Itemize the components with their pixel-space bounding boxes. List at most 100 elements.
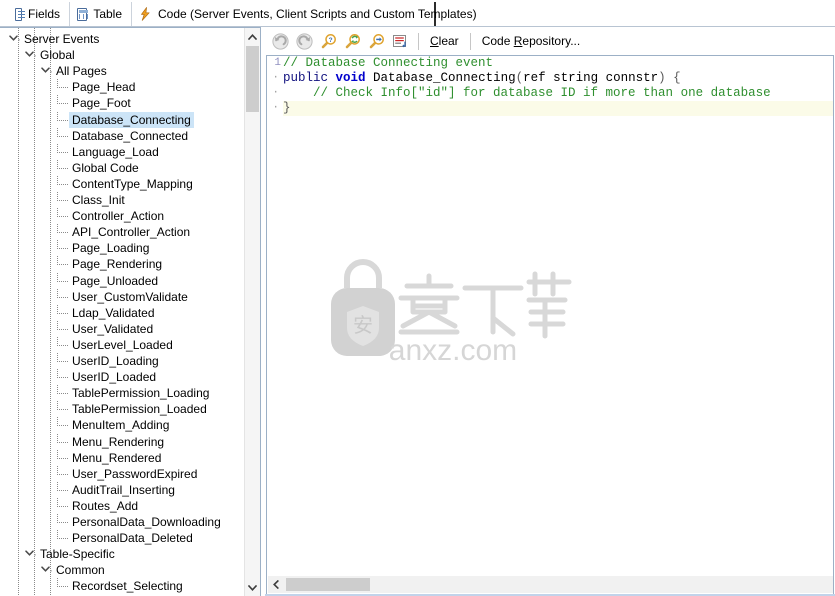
tree-item-global[interactable]: · Global: [0, 47, 245, 63]
tree-item-page-unloaded[interactable]: Page_Unloaded: [0, 272, 245, 289]
tree-leaf-stub: [57, 175, 58, 185]
tree-item-userlevel-loaded[interactable]: UserLevel_Loaded: [0, 336, 245, 353]
tree-item-label: Common: [56, 563, 105, 578]
tree-item-label: Page_Unloaded: [72, 273, 159, 288]
tree-item-contenttype-mapping[interactable]: ContentType_Mapping: [0, 175, 245, 192]
tree-item-page-foot[interactable]: Page_Foot: [0, 95, 245, 111]
tree-leaf-stub: [57, 433, 58, 443]
tree-item-user-passwordexpired[interactable]: User_PasswordExpired: [0, 465, 245, 482]
code-lines[interactable]: // Database Connecting event public void …: [283, 56, 833, 594]
code-text-area[interactable]: 安 anxz.com 1 · · · // Database Connectin…: [266, 55, 834, 595]
line-marker: ·: [272, 102, 279, 114]
tree-item-page-rendering[interactable]: Page_Rendering: [0, 256, 245, 272]
tree-leaf-connector: [57, 280, 68, 282]
tree-item-database-connected[interactable]: Database_Connected: [0, 127, 245, 144]
tree-item-tablepermission-loaded[interactable]: TablePermission_Loaded: [0, 401, 245, 417]
tree-list[interactable]: · Server Events · Global · All Pages Page_Head…: [0, 28, 245, 596]
find-replace-icon: [345, 33, 360, 48]
go-to-line-button[interactable]: [364, 30, 388, 52]
tree-leaf-stub: [57, 159, 58, 169]
tree-item-label: UserLevel_Loaded: [72, 337, 173, 352]
tree-leaf-stub: [57, 401, 58, 411]
code-token: ): [658, 71, 666, 85]
code-line[interactable]: // Check Info["id"] for database ID if m…: [283, 86, 833, 101]
tree-item-label: Global Code: [72, 160, 139, 175]
tree-item-language-load[interactable]: Language_Load: [0, 143, 245, 160]
tree-item-menuitem-adding[interactable]: MenuItem_Adding: [0, 417, 245, 433]
tree-item-server-events[interactable]: · Server Events: [0, 31, 245, 47]
toolbar-separator-1: [418, 32, 419, 50]
tree-item-personaldata-downloading[interactable]: PersonalData_Downloading: [0, 514, 245, 530]
redo-button[interactable]: [292, 30, 316, 52]
format-code-button[interactable]: [388, 30, 412, 52]
code-line[interactable]: // Database Connecting event: [283, 56, 833, 71]
tree-item-label: Recordset_Selecting: [72, 579, 183, 594]
tree-leaf-connector: [57, 216, 68, 218]
scroll-down-arrow[interactable]: [245, 579, 260, 596]
tree-leaf-stub: [57, 192, 58, 201]
tree-item-menu-rendering[interactable]: Menu_Rendering: [0, 433, 245, 450]
tab-code[interactable]: Code (Server Events, Client Scripts and …: [132, 2, 477, 26]
tree-item-user-customvalidate[interactable]: User_CustomValidate: [0, 288, 245, 305]
tree-item-table-specific[interactable]: · Table-Specific: [0, 546, 245, 562]
tab-fields[interactable]: Fields: [8, 2, 70, 26]
tree-item-label: Page_Loading: [72, 241, 150, 256]
tree-leaf-stub: [57, 578, 58, 588]
code-token: public: [283, 71, 329, 85]
tree-leaf-connector: [57, 457, 68, 459]
hscroll-left-arrow[interactable]: [268, 576, 284, 593]
tree-item-tablepermission-loading[interactable]: TablePermission_Loading: [0, 385, 245, 401]
code-line[interactable]: public void Database_Connecting(ref stri…: [283, 71, 833, 86]
tree-item-label: Language_Load: [72, 144, 159, 159]
tree-item-class-init[interactable]: Class_Init: [0, 192, 245, 208]
tree-vertical-scrollbar[interactable]: [244, 28, 260, 596]
tree-item-menu-rendered[interactable]: Menu_Rendered: [0, 449, 245, 466]
tree-item-database-connecting[interactable]: Database_Connecting: [0, 111, 245, 128]
tab-table[interactable]: Table: [70, 2, 132, 26]
tree-item-userid-loaded[interactable]: UserID_Loaded: [0, 369, 245, 385]
tree-item-routes-add[interactable]: Routes_Add: [0, 497, 245, 514]
tree-item-personaldata-deleted[interactable]: PersonalData_Deleted: [0, 530, 245, 546]
find-button[interactable]: ?: [316, 30, 340, 52]
code-token: ref string connstr: [523, 71, 659, 85]
fields-icon: [15, 7, 25, 21]
tree-item-api-controller-action[interactable]: API_Controller_Action: [0, 224, 245, 240]
tree-item-common[interactable]: · Common: [0, 562, 245, 578]
tree-item-userid-loading[interactable]: UserID_Loading: [0, 353, 245, 369]
tree-leaf-stub: [57, 111, 58, 120]
tree-item-label: API_Controller_Action: [72, 225, 191, 240]
hscroll-thumb[interactable]: [286, 578, 370, 591]
tree-item-audittrail-inserting[interactable]: AuditTrail_Inserting: [0, 481, 245, 498]
lightning-bolt-icon: [139, 7, 152, 21]
tree-item-ldap-validated[interactable]: Ldap_Validated: [0, 304, 245, 321]
tree-leaf-stub: [57, 143, 58, 153]
tree-leaf-connector: [57, 425, 68, 427]
tree-item-user-validated[interactable]: User_Validated: [0, 320, 245, 337]
tree-item-recordset-selecting[interactable]: Recordset_Selecting: [0, 578, 245, 594]
tree-item-label: Table-Specific: [40, 547, 115, 562]
tree-leaf-stub: [57, 353, 58, 362]
tree-item-controller-action[interactable]: Controller_Action: [0, 208, 245, 224]
find-replace-button[interactable]: [340, 30, 364, 52]
code-token: }: [283, 101, 291, 115]
tree-leaf-connector: [57, 119, 68, 121]
code-repository-button[interactable]: Code Repository...: [477, 31, 586, 51]
tree-item-page-head[interactable]: Page_Head: [0, 79, 245, 95]
tree-item-label: Database_Connected: [72, 128, 189, 143]
tree-item-all-pages[interactable]: · All Pages: [0, 63, 245, 79]
tree-item-global-code[interactable]: Global Code: [0, 159, 245, 176]
tree-item-label: Page_Head: [72, 80, 136, 95]
code-token: {: [673, 71, 681, 85]
scroll-thumb[interactable]: [246, 46, 259, 112]
tree-leaf-stub: [57, 224, 58, 234]
undo-button[interactable]: [268, 30, 292, 52]
scroll-up-arrow[interactable]: [245, 28, 260, 45]
server-events-tree-panel: · Server Events · Global · All Pages Page_Head…: [0, 27, 261, 596]
code-horizontal-scrollbar[interactable]: [268, 576, 833, 593]
tree-item-page-loading[interactable]: Page_Loading: [0, 240, 245, 256]
clear-button[interactable]: Clear: [425, 31, 464, 51]
code-toolbar: ? Clear Code Repository...: [265, 28, 835, 54]
code-line[interactable]: }: [283, 101, 833, 116]
tree-item-label: User_PasswordExpired: [72, 466, 198, 481]
tree-leaf-stub: [57, 336, 58, 346]
